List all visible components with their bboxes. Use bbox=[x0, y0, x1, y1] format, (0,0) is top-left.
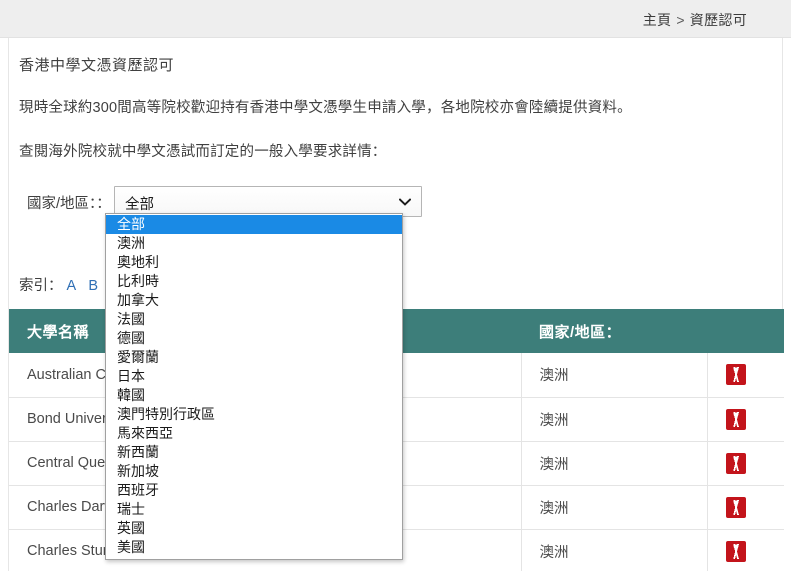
dropdown-option[interactable]: 愛爾蘭 bbox=[106, 348, 402, 367]
country-select-dropdown[interactable]: 全部 澳洲 奧地利 比利時 加拿大 法國 德國 愛爾蘭 日本 韓國 澳門特別行政區 馬來西亞 新西蘭 新加… bbox=[105, 213, 403, 560]
country-select-value: 全部 bbox=[125, 197, 154, 213]
cell-pdf-link[interactable] bbox=[706, 441, 784, 486]
pdf-icon[interactable] bbox=[725, 496, 746, 518]
breadcrumb-current: 資歷認可 bbox=[689, 12, 747, 28]
dropdown-option[interactable]: 馬來西亞 bbox=[106, 424, 402, 443]
pdf-icon[interactable] bbox=[725, 452, 746, 474]
dropdown-option[interactable]: 英國 bbox=[106, 519, 402, 538]
intro-paragraph-1: 現時全球約300間高等院校歡迎持有香港中學文憑學生申請入學，各地院校亦會陸續提供… bbox=[19, 100, 632, 116]
dropdown-option[interactable]: 奧地利 bbox=[106, 253, 402, 272]
dropdown-option[interactable]: 西班牙 bbox=[106, 481, 402, 500]
header-pdf bbox=[707, 309, 784, 353]
dropdown-option[interactable]: 加拿大 bbox=[106, 291, 402, 310]
pdf-icon[interactable] bbox=[725, 540, 746, 562]
page-root: 主頁 > 資歷認可 香港中學文憑資歷認可 現時全球約300間高等院校歡迎持有香港中學… bbox=[0, 0, 791, 571]
intro-paragraph-2: 查閱海外院校就中學文憑試而訂定的一般入學要求詳情： bbox=[19, 144, 387, 160]
dropdown-option[interactable]: 法國 bbox=[106, 310, 402, 329]
dropdown-option[interactable]: 瑞士 bbox=[106, 500, 402, 519]
cell-pdf-link[interactable] bbox=[706, 485, 784, 530]
dropdown-option[interactable]: 德國 bbox=[106, 329, 402, 348]
chevron-down-icon bbox=[399, 198, 411, 206]
dropdown-option[interactable]: 澳洲 bbox=[106, 234, 402, 253]
pdf-icon[interactable] bbox=[725, 364, 746, 386]
top-bar: 主頁 > 資歷認可 bbox=[0, 0, 791, 38]
cell-pdf-link[interactable] bbox=[706, 397, 784, 442]
page-title: 香港中學文憑資歷認可 bbox=[19, 57, 175, 74]
cell-country: 澳洲 bbox=[520, 353, 707, 398]
dropdown-option[interactable]: 新加坡 bbox=[106, 462, 402, 481]
dropdown-option[interactable]: 全部 bbox=[106, 215, 402, 234]
cell-country: 澳洲 bbox=[520, 441, 707, 486]
alphabet-index-label: 索引： bbox=[19, 278, 63, 294]
cell-pdf-link[interactable] bbox=[706, 353, 784, 398]
breadcrumb: 主頁 > 資歷認可 bbox=[643, 10, 747, 30]
pdf-icon[interactable] bbox=[725, 408, 746, 430]
cell-pdf-link[interactable] bbox=[706, 529, 784, 571]
dropdown-option[interactable]: 日本 bbox=[106, 367, 402, 386]
dropdown-option[interactable]: 韓國 bbox=[106, 386, 402, 405]
header-country: 國家/地區： bbox=[521, 309, 707, 353]
dropdown-option[interactable]: 比利時 bbox=[106, 272, 402, 291]
country-filter-label: 國家/地區：： bbox=[27, 196, 111, 212]
cell-country: 澳洲 bbox=[520, 485, 707, 530]
breadcrumb-separator: > bbox=[676, 12, 685, 28]
dropdown-option[interactable]: 澳門特別行政區 bbox=[106, 405, 402, 424]
dropdown-option[interactable]: 新西蘭 bbox=[106, 443, 402, 462]
dropdown-option[interactable]: 美國 bbox=[106, 538, 402, 557]
breadcrumb-home-link[interactable]: 主頁 bbox=[643, 12, 672, 28]
cell-country: 澳洲 bbox=[520, 397, 707, 442]
cell-country: 澳洲 bbox=[520, 529, 707, 571]
